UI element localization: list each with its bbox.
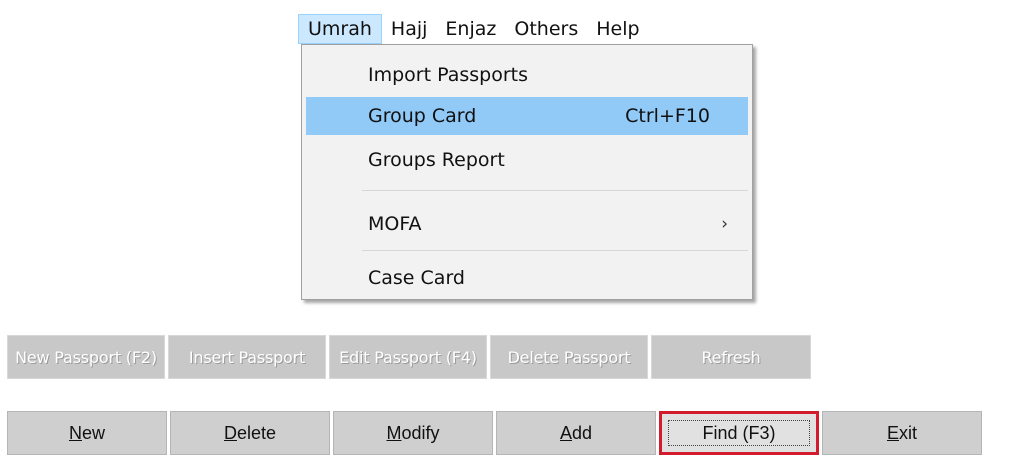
find-button[interactable]: Find (F3) [659, 411, 819, 455]
button-label: dd [571, 422, 593, 443]
delete-button[interactable]: Delete [170, 411, 330, 455]
add-button[interactable]: Add [496, 411, 656, 455]
menu-item-import-passports[interactable]: Import Passports [306, 56, 748, 94]
button-label: ew [81, 422, 105, 443]
menu-item-label: Case Card [368, 267, 465, 289]
menu-umrah[interactable]: Umrah [298, 14, 382, 44]
menu-item-group-card[interactable]: Group Card Ctrl+F10 [306, 97, 748, 135]
record-toolbar: New Delete Modify Add Find (F3) Exit [7, 411, 982, 455]
menu-bar: Umrah Hajj Enjaz Others Help [298, 14, 649, 44]
chevron-right-icon: › [721, 214, 728, 234]
menu-item-case-card[interactable]: Case Card [306, 259, 748, 297]
menu-others[interactable]: Others [505, 14, 587, 44]
mnemonic: N [68, 422, 82, 443]
new-passport-button[interactable]: New Passport (F2) [7, 335, 165, 379]
mnemonic: D [223, 422, 237, 443]
exit-button[interactable]: Exit [822, 411, 982, 455]
menu-separator [362, 190, 748, 191]
edit-passport-button[interactable]: Edit Passport (F4) [329, 335, 487, 379]
button-label: elete [236, 422, 277, 443]
mnemonic: A [559, 422, 572, 443]
passport-toolbar: New Passport (F2) Insert Passport Edit P… [7, 335, 811, 379]
menu-item-shortcut: Ctrl+F10 [625, 105, 710, 127]
mnemonic: M [386, 422, 402, 443]
menu-hajj[interactable]: Hajj [382, 14, 437, 44]
menu-item-label: Import Passports [368, 64, 528, 86]
menu-item-label: Groups Report [368, 149, 505, 171]
umrah-dropdown-menu: Import Passports Group Card Ctrl+F10 Gro… [301, 44, 753, 300]
delete-passport-button[interactable]: Delete Passport [490, 335, 648, 379]
refresh-button[interactable]: Refresh [651, 335, 811, 379]
application-window: Umrah Hajj Enjaz Others Help Import Pass… [0, 0, 1034, 461]
menu-item-groups-report[interactable]: Groups Report [306, 141, 748, 179]
menu-item-mofa[interactable]: MOFA › [306, 205, 748, 243]
focus-ring [668, 420, 810, 446]
insert-passport-button[interactable]: Insert Passport [168, 335, 326, 379]
menu-help[interactable]: Help [587, 14, 648, 44]
new-button[interactable]: New [7, 411, 167, 455]
modify-button[interactable]: Modify [333, 411, 493, 455]
button-label: xit [899, 422, 917, 443]
menu-separator [362, 250, 748, 251]
button-label: odify [401, 422, 440, 443]
menu-item-label: MOFA [368, 213, 422, 235]
menu-item-label: Group Card [368, 105, 477, 127]
mnemonic: E [886, 422, 899, 443]
menu-enjaz[interactable]: Enjaz [436, 14, 505, 44]
